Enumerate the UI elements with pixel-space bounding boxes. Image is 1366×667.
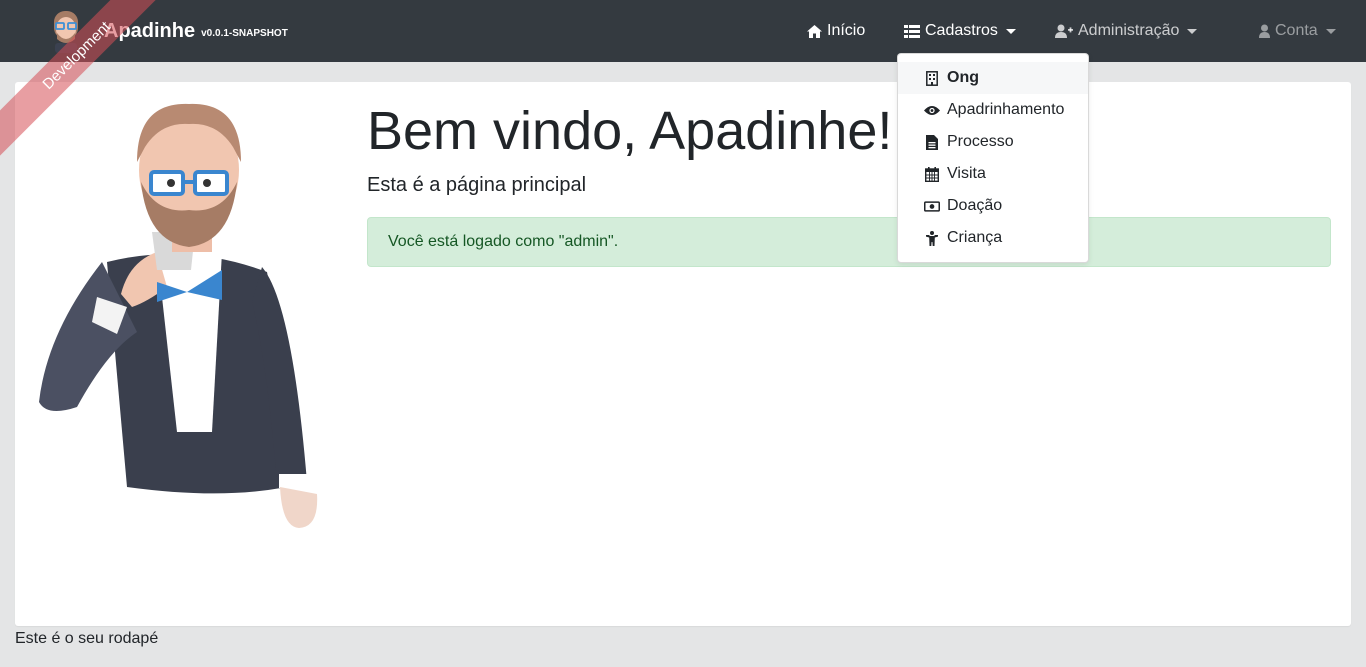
top-navbar: Apadinhe v0.0.1-SNAPSHOT Início Cadastro… <box>0 0 1366 62</box>
dropdown-item-label: Criança <box>947 229 1003 246</box>
logged-in-alert: Você está logado como "admin". <box>367 217 1331 267</box>
nav-administracao-label: Administração <box>1078 22 1180 39</box>
nav-cadastros-label: Cadastros <box>925 22 998 39</box>
cadastros-dropdown-menu: Ong Apadrinhamento Processo Visita Doaçã… <box>897 53 1089 263</box>
dropdown-item-apadrinhamento[interactable]: Apadrinhamento <box>898 94 1088 126</box>
chevron-down-icon <box>1325 28 1336 34</box>
user-icon <box>1259 24 1270 38</box>
user-plus-icon <box>1055 24 1073 38</box>
page-subtitle: Esta é a página principal <box>367 174 587 196</box>
dropdown-item-label: Apadrinhamento <box>947 101 1065 118</box>
brand-logo-icon <box>54 11 78 53</box>
page-footer: Este é o seu rodapé <box>15 630 159 647</box>
building-icon <box>924 70 940 86</box>
chevron-down-icon <box>1187 28 1198 34</box>
dropdown-item-label: Doação <box>947 197 1003 214</box>
home-icon <box>807 24 822 38</box>
main-card: Bem vindo, Apadinhe! Esta é a página pri… <box>15 82 1351 626</box>
brand-version: v0.0.1-SNAPSHOT <box>201 27 288 39</box>
brand-title: Apadinhe <box>104 19 196 42</box>
dropdown-item-label: Ong <box>947 69 979 86</box>
child-icon <box>924 230 940 246</box>
dropdown-item-visita[interactable]: Visita <box>898 158 1088 190</box>
nav-inicio-label: Início <box>827 22 866 39</box>
file-icon <box>924 134 940 150</box>
dropdown-item-ong[interactable]: Ong <box>898 62 1088 94</box>
dropdown-item-processo[interactable]: Processo <box>898 126 1088 158</box>
nav-conta-label: Conta <box>1275 22 1318 39</box>
nav-conta[interactable]: Conta <box>1259 0 1336 62</box>
mascot-illustration <box>39 103 318 528</box>
money-icon <box>924 198 940 214</box>
calendar-icon <box>924 166 940 182</box>
dropdown-item-doacao[interactable]: Doação <box>898 190 1088 222</box>
chevron-down-icon <box>1005 28 1016 34</box>
list-icon <box>904 24 920 38</box>
dropdown-item-crianca[interactable]: Criança <box>898 222 1088 254</box>
nav-inicio[interactable]: Início <box>807 0 865 62</box>
eye-icon <box>924 102 940 118</box>
page-title: Bem vindo, Apadinhe! <box>367 101 893 161</box>
dropdown-item-label: Visita <box>947 165 986 182</box>
alert-text: Você está logado como "admin". <box>388 233 619 250</box>
brand-link[interactable]: Apadinhe v0.0.1-SNAPSHOT <box>48 6 288 56</box>
dropdown-item-label: Processo <box>947 133 1014 150</box>
